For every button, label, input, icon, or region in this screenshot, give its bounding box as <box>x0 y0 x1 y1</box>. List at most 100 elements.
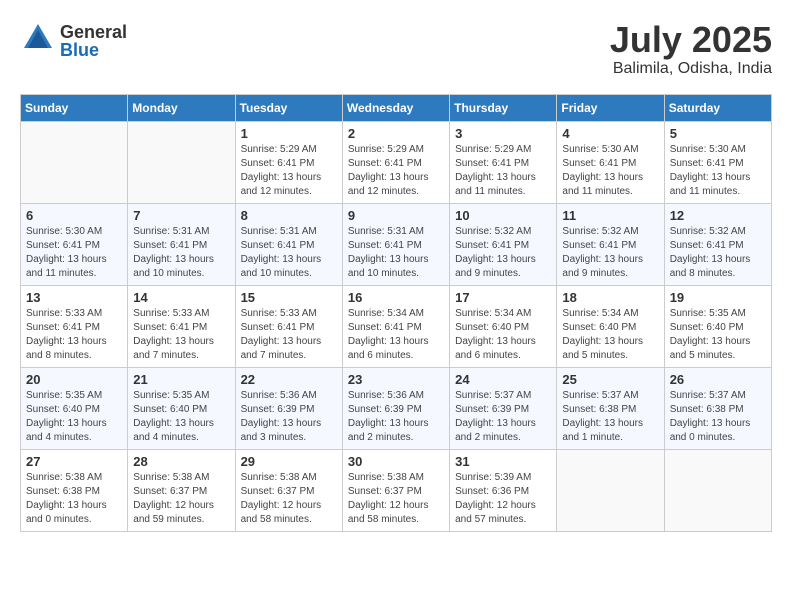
header-saturday: Saturday <box>664 94 771 121</box>
day-number: 25 <box>562 372 658 387</box>
calendar-cell: 23Sunrise: 5:36 AM Sunset: 6:39 PM Dayli… <box>342 367 449 449</box>
day-number: 31 <box>455 454 551 469</box>
header-wednesday: Wednesday <box>342 94 449 121</box>
day-number: 28 <box>133 454 229 469</box>
day-number: 6 <box>26 208 122 223</box>
day-number: 26 <box>670 372 766 387</box>
day-info: Sunrise: 5:30 AM Sunset: 6:41 PM Dayligh… <box>670 143 766 199</box>
calendar-header-row: SundayMondayTuesdayWednesdayThursdayFrid… <box>21 94 772 121</box>
calendar-week-row: 6 Sunrise: 5:30 AM Sunset: 6:41 PM Daylig… <box>21 203 772 285</box>
day-info: Sunrise: 5:37 AM Sunset: 6:39 PM Dayligh… <box>455 389 551 445</box>
title-block: July 2025 Balimila, Odisha, India <box>610 20 772 78</box>
day-number: 29 <box>241 454 337 469</box>
day-info: Sunrise: 5:36 AM Sunset: 6:39 PM Dayligh… <box>348 389 444 445</box>
calendar-table: SundayMondayTuesdayWednesdayThursdayFrid… <box>20 94 772 532</box>
calendar-cell: 21 Sunrise: 5:35 AM Sunset: 6:40 PM Dayli… <box>128 367 235 449</box>
day-info: Sunrise: 5:34 AM Sunset: 6:40 PM Dayligh… <box>562 307 658 363</box>
day-info: Sunrise: 5:37 AM Sunset: 6:38 PM Dayligh… <box>670 389 766 445</box>
month-title: July 2025 <box>610 20 772 60</box>
day-info: Sunrise: 5:31 AM Sunset: 6:41 PM Dayligh… <box>241 225 337 281</box>
header-sunday: Sunday <box>21 94 128 121</box>
calendar-cell <box>128 121 235 203</box>
day-number: 16 <box>348 290 444 305</box>
day-info: Sunrise: 5:32 AM Sunset: 6:41 PM Dayligh… <box>455 225 551 281</box>
day-info: Sunrise: 5:33 AM Sunset: 6:41 PM Dayligh… <box>26 307 122 363</box>
day-info: Sunrise: 5:38 AM Sunset: 6:38 PM Dayligh… <box>26 471 122 527</box>
header-friday: Friday <box>557 94 664 121</box>
day-info: Sunrise: 5:34 AM Sunset: 6:41 PM Dayligh… <box>348 307 444 363</box>
calendar-cell: 24 Sunrise: 5:37 AM Sunset: 6:39 PM Dayli… <box>450 367 557 449</box>
day-info: Sunrise: 5:38 AM Sunset: 6:37 PM Dayligh… <box>241 471 337 527</box>
day-number: 2 <box>348 126 444 141</box>
calendar-cell: 7 Sunrise: 5:31 AM Sunset: 6:41 PM Daylig… <box>128 203 235 285</box>
calendar-cell: 12 Sunrise: 5:32 AM Sunset: 6:41 PM Dayli… <box>664 203 771 285</box>
day-info: Sunrise: 5:35 AM Sunset: 6:40 PM Dayligh… <box>670 307 766 363</box>
day-info: Sunrise: 5:31 AM Sunset: 6:41 PM Dayligh… <box>133 225 229 281</box>
calendar-cell: 16 Sunrise: 5:34 AM Sunset: 6:41 PM Dayli… <box>342 285 449 367</box>
page-header: General Blue July 2025 Balimila, Odisha,… <box>20 20 772 78</box>
day-info: Sunrise: 5:29 AM Sunset: 6:41 PM Dayligh… <box>348 143 444 199</box>
calendar-cell: 14Sunrise: 5:33 AM Sunset: 6:41 PM Dayli… <box>128 285 235 367</box>
day-info: Sunrise: 5:30 AM Sunset: 6:41 PM Dayligh… <box>562 143 658 199</box>
day-info: Sunrise: 5:30 AM Sunset: 6:41 PM Dayligh… <box>26 225 122 281</box>
day-number: 21 <box>133 372 229 387</box>
header-tuesday: Tuesday <box>235 94 342 121</box>
calendar-cell: 22Sunrise: 5:36 AM Sunset: 6:39 PM Dayli… <box>235 367 342 449</box>
day-number: 7 <box>133 208 229 223</box>
day-info: Sunrise: 5:32 AM Sunset: 6:41 PM Dayligh… <box>670 225 766 281</box>
calendar-cell: 5 Sunrise: 5:30 AM Sunset: 6:41 PM Daylig… <box>664 121 771 203</box>
calendar-cell: 26 Sunrise: 5:37 AM Sunset: 6:38 PM Dayli… <box>664 367 771 449</box>
day-info: Sunrise: 5:34 AM Sunset: 6:40 PM Dayligh… <box>455 307 551 363</box>
day-info: Sunrise: 5:32 AM Sunset: 6:41 PM Dayligh… <box>562 225 658 281</box>
day-number: 5 <box>670 126 766 141</box>
day-info: Sunrise: 5:29 AM Sunset: 6:41 PM Dayligh… <box>455 143 551 199</box>
calendar-cell: 17 Sunrise: 5:34 AM Sunset: 6:40 PM Dayli… <box>450 285 557 367</box>
calendar-cell: 8 Sunrise: 5:31 AM Sunset: 6:41 PM Daylig… <box>235 203 342 285</box>
day-info: Sunrise: 5:31 AM Sunset: 6:41 PM Dayligh… <box>348 225 444 281</box>
header-thursday: Thursday <box>450 94 557 121</box>
calendar-cell: 3 Sunrise: 5:29 AM Sunset: 6:41 PM Daylig… <box>450 121 557 203</box>
calendar-week-row: 1Sunrise: 5:29 AM Sunset: 6:41 PM Daylig… <box>21 121 772 203</box>
day-info: Sunrise: 5:29 AM Sunset: 6:41 PM Dayligh… <box>241 143 337 199</box>
logo-blue-text: Blue <box>60 41 127 59</box>
day-info: Sunrise: 5:35 AM Sunset: 6:40 PM Dayligh… <box>26 389 122 445</box>
day-info: Sunrise: 5:37 AM Sunset: 6:38 PM Dayligh… <box>562 389 658 445</box>
day-number: 15 <box>241 290 337 305</box>
logo: General Blue <box>20 20 127 61</box>
day-number: 19 <box>670 290 766 305</box>
day-number: 20 <box>26 372 122 387</box>
day-number: 17 <box>455 290 551 305</box>
day-number: 18 <box>562 290 658 305</box>
calendar-cell: 28Sunrise: 5:38 AM Sunset: 6:37 PM Dayli… <box>128 449 235 531</box>
calendar-cell <box>664 449 771 531</box>
calendar-cell: 20 Sunrise: 5:35 AM Sunset: 6:40 PM Dayli… <box>21 367 128 449</box>
day-number: 4 <box>562 126 658 141</box>
day-info: Sunrise: 5:33 AM Sunset: 6:41 PM Dayligh… <box>133 307 229 363</box>
day-number: 10 <box>455 208 551 223</box>
day-number: 9 <box>348 208 444 223</box>
day-info: Sunrise: 5:39 AM Sunset: 6:36 PM Dayligh… <box>455 471 551 527</box>
calendar-cell: 31 Sunrise: 5:39 AM Sunset: 6:36 PM Dayli… <box>450 449 557 531</box>
day-number: 13 <box>26 290 122 305</box>
calendar-cell: 2 Sunrise: 5:29 AM Sunset: 6:41 PM Daylig… <box>342 121 449 203</box>
day-number: 8 <box>241 208 337 223</box>
calendar-cell: 4 Sunrise: 5:30 AM Sunset: 6:41 PM Daylig… <box>557 121 664 203</box>
header-monday: Monday <box>128 94 235 121</box>
day-info: Sunrise: 5:36 AM Sunset: 6:39 PM Dayligh… <box>241 389 337 445</box>
calendar-cell: 25 Sunrise: 5:37 AM Sunset: 6:38 PM Dayli… <box>557 367 664 449</box>
day-number: 27 <box>26 454 122 469</box>
day-number: 24 <box>455 372 551 387</box>
day-info: Sunrise: 5:38 AM Sunset: 6:37 PM Dayligh… <box>348 471 444 527</box>
calendar-cell: 30 Sunrise: 5:38 AM Sunset: 6:37 PM Dayli… <box>342 449 449 531</box>
calendar-cell: 29 Sunrise: 5:38 AM Sunset: 6:37 PM Dayli… <box>235 449 342 531</box>
calendar-cell: 1Sunrise: 5:29 AM Sunset: 6:41 PM Daylig… <box>235 121 342 203</box>
day-number: 30 <box>348 454 444 469</box>
logo-graphic <box>20 20 56 61</box>
calendar-cell: 6 Sunrise: 5:30 AM Sunset: 6:41 PM Daylig… <box>21 203 128 285</box>
day-number: 3 <box>455 126 551 141</box>
day-number: 12 <box>670 208 766 223</box>
day-info: Sunrise: 5:35 AM Sunset: 6:40 PM Dayligh… <box>133 389 229 445</box>
calendar-cell: 11Sunrise: 5:32 AM Sunset: 6:41 PM Dayli… <box>557 203 664 285</box>
calendar-cell: 9 Sunrise: 5:31 AM Sunset: 6:41 PM Daylig… <box>342 203 449 285</box>
calendar-cell <box>557 449 664 531</box>
